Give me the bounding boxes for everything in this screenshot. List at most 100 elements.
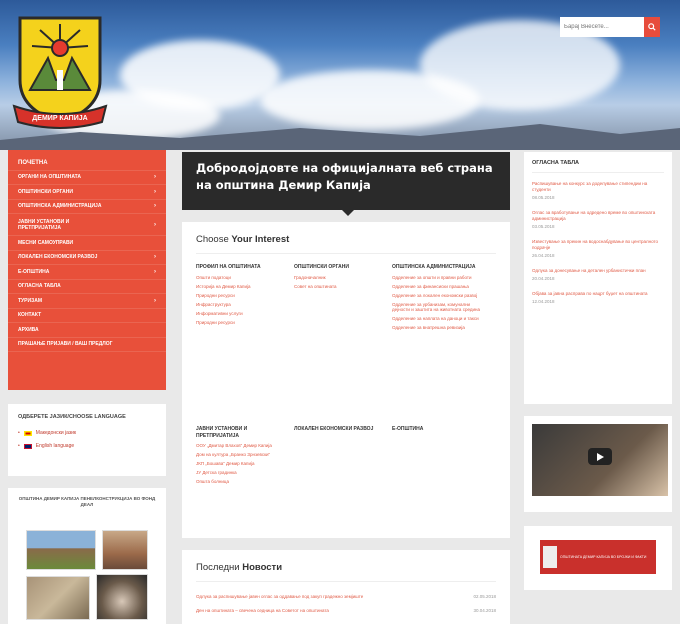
menu-label: АРХИВА (18, 326, 39, 333)
notice-item[interactable]: Распишување на конкурс за доделување сти… (532, 181, 664, 200)
menu-label: КОНТАКТ (18, 312, 42, 319)
welcome-notch (340, 208, 356, 216)
menu-label: ЈАВНИ УСТАНОВИ И ПРЕТПРИЈАТИЈА (18, 218, 70, 231)
notice-title[interactable]: Известување за прекин на водоснабдување … (532, 239, 664, 251)
choose-interest-panel: Choose Your Interest ПРОФИЛ НА ОПШТИНАТА… (182, 222, 510, 538)
flag-uk-icon (23, 443, 32, 449)
notice-date: 12.04.2018 (532, 299, 555, 304)
banner-text: ОПШТИНАТА ДЕМИР КАПИЈА ВО БРОЈКИ И ФАКТИ (560, 554, 647, 559)
search-button[interactable] (644, 17, 660, 37)
notice-date: 08.05.2018 (532, 195, 555, 200)
notice-title[interactable]: Распишување на конкурс за доделување сти… (532, 181, 664, 193)
interest-column-profile: ПРОФИЛ НА ОПШТИНАТА Општи податоци Истор… (196, 264, 288, 329)
gallery-thumb-church[interactable] (102, 530, 148, 570)
chevron-right-icon: › (154, 297, 156, 304)
column-heading[interactable]: ЛОКАЛЕН ЕКОНОМСКИ РАЗВОЈ (294, 426, 386, 433)
column-heading[interactable]: ОПШТИНСКИ ОРГАНИ (294, 264, 386, 271)
language-label: English language (35, 443, 75, 449)
news-item-date: 30.04.2018 (473, 608, 496, 613)
notice-date: 20.04.2018 (532, 276, 555, 281)
notice-title[interactable]: Одлука за донесување на детален урбанист… (532, 268, 664, 274)
menu-item-municipal-organs[interactable]: ОПШТИНСКИ ОРГАНИ › (8, 185, 166, 200)
news-item-date: 02.05.2018 (473, 594, 496, 599)
column-link[interactable]: Одделение за општи и правни работи (392, 275, 484, 281)
language-title: ОДБЕРЕТЕ ЈАЗИК/CHOOSE LANGUAGE (18, 414, 126, 420)
chevron-right-icon: › (154, 221, 156, 228)
column-heading[interactable]: ЈАВНИ УСТАНОВИ И ПРЕТПРИЈАТИЈА (196, 426, 288, 439)
menu-item-tourism[interactable]: ТУРИЗАМ › (8, 294, 166, 309)
play-button-icon[interactable] (588, 448, 612, 465)
column-link[interactable]: Одделение за локален економски развој (392, 293, 484, 299)
column-link[interactable]: ООУ „Дмитар Влахов“ Демир Капија (196, 443, 288, 449)
column-link[interactable]: Општи податоци (196, 275, 288, 281)
menu-label: Е-ОПШТИНА (18, 268, 50, 275)
menu-item-economic-development[interactable]: ЛОКАЛЕН ЕКОНОМСКИ РАЗВОЈ › (8, 251, 166, 265)
notice-item[interactable]: Известување за прекин на водоснабдување … (532, 239, 664, 258)
column-link[interactable]: ЈКП „Бошава“ Демир Капија (196, 461, 288, 467)
column-link[interactable]: Историја на Демир Капија (196, 284, 288, 290)
column-link[interactable]: Одделение за внатрешна ревизија (392, 325, 484, 331)
gallery-thumb-fortress[interactable] (26, 530, 96, 570)
notice-item[interactable]: Оглас за вработување на одредено време в… (532, 210, 664, 229)
column-link[interactable]: Информативни услуги (196, 311, 288, 317)
menu-item-contact[interactable]: КОНТАКТ (8, 309, 166, 323)
column-link[interactable]: Одделение за урбанизам, комунални дејнос… (392, 302, 484, 313)
column-heading[interactable]: ПРОФИЛ НА ОПШТИНАТА (196, 264, 288, 271)
column-link[interactable]: Одделение за наплата на даноци и такси (392, 316, 484, 322)
news-item-title[interactable]: Одлука за распишување јавен оглас за одд… (196, 594, 456, 600)
video-player[interactable] (532, 424, 668, 496)
gallery-thumb-fresco[interactable] (96, 574, 148, 620)
column-link[interactable]: ЈУ Детска градинка (196, 470, 288, 476)
column-link[interactable]: Одделение за финансиски прашања (392, 284, 484, 290)
column-link[interactable]: Природни ресурси (196, 293, 288, 299)
column-link[interactable]: Општа болница (196, 479, 288, 485)
menu-item-archive[interactable]: АРХИВА (8, 323, 166, 338)
notice-item[interactable]: Одлука за донесување на детален урбанист… (532, 268, 664, 281)
notice-date: 03.05.2018 (532, 224, 555, 229)
menu-label: ПРАШАЊЕ ПРИЈАВИ / ВАШ ПРЕДЛОГ (18, 341, 113, 348)
notice-item[interactable]: Објава за јавна расправа по нацрт буџет … (532, 291, 664, 304)
column-link[interactable]: Инфраструктура (196, 302, 288, 308)
news-item[interactable]: Ден на општината – свечена седница на Со… (196, 608, 496, 614)
menu-item-ask-question[interactable]: ПРАШАЊЕ ПРИЈАВИ / ВАШ ПРЕДЛОГ (8, 338, 166, 352)
language-mk-link[interactable]: • Македонски јазик (18, 430, 156, 436)
menu-label: ПОЧЕТНА (18, 159, 48, 166)
menu-item-organs[interactable]: ОРГАНИ НА ОПШТИНАТА › (8, 171, 166, 185)
news-item[interactable]: Одлука за распишување јавен оглас за одд… (196, 594, 496, 600)
menu-label: ТУРИЗАМ (18, 297, 43, 304)
search-box (560, 17, 660, 37)
menu-label: ЛОКАЛЕН ЕКОНОМСКИ РАЗВОЈ (18, 254, 98, 261)
menu-item-notice-board[interactable]: ОГЛАСНА ТАБЛА (8, 280, 166, 294)
notice-title[interactable]: Оглас за вработување на одредено време в… (532, 210, 664, 222)
news-item-title[interactable]: Ден на општината – свечена седница на Со… (196, 608, 456, 614)
chevron-right-icon: › (154, 174, 156, 181)
search-input[interactable] (560, 17, 644, 37)
menu-item-administration[interactable]: ОПШТИНСКА АДМИНИСТРАЦИЈА › (8, 200, 166, 214)
interest-column-e-municipality: Е-ОПШТИНА (392, 426, 484, 437)
main-menu: ПОЧЕТНА ОРГАНИ НА ОПШТИНАТА › ОПШТИНСКИ О… (8, 150, 166, 390)
menu-item-e-municipality[interactable]: Е-ОПШТИНА › (8, 265, 166, 280)
notice-title[interactable]: Објава за јавна расправа по нацрт буџет … (532, 291, 664, 297)
menu-item-home[interactable]: ПОЧЕТНА (8, 156, 166, 171)
column-link[interactable]: Дом на култура „Бранко Зрнзевски“ (196, 452, 288, 458)
column-link[interactable]: Природни ресурси (196, 320, 288, 326)
menu-label: ОРГАНИ НА ОПШТИНАТА (18, 174, 82, 181)
column-heading[interactable]: ОПШТИНСКА АДМИНИСТРАЦИЈА (392, 264, 484, 271)
chevron-right-icon: › (154, 254, 156, 261)
language-en-link[interactable]: • English language (18, 443, 156, 449)
menu-label: МЕСНИ САМОУПРАВИ (18, 239, 74, 246)
menu-label: ОГЛАСНА ТАБЛА (18, 283, 61, 290)
promo-banner[interactable]: ОПШТИНАТА ДЕМИР КАПИЈА ВО БРОЈКИ И ФАКТИ (540, 540, 656, 574)
column-heading[interactable]: Е-ОПШТИНА (392, 426, 484, 433)
menu-label: ОПШТИНСКА АДМИНИСТРАЦИЈА (18, 203, 102, 210)
menu-item-public-institutions[interactable]: ЈАВНИ УСТАНОВИ И ПРЕТПРИЈАТИЈА › (8, 214, 166, 236)
notice-board-title: ОГЛАСНА ТАБЛА (532, 160, 664, 173)
gallery-title: ОПШТИНА ДЕМИР КАПИЈА ПЕНЕЛКОНСТРУКЦИЈА В… (18, 496, 156, 507)
municipality-coat-of-arms[interactable]: ДЕМИР КАПИЈА (10, 10, 110, 132)
menu-item-local-self-gov[interactable]: МЕСНИ САМОУПРАВИ (8, 236, 166, 251)
notice-date: 26.04.2018 (532, 253, 555, 258)
video-widget (524, 416, 672, 512)
column-link[interactable]: Совет на општината (294, 284, 386, 290)
column-link[interactable]: Градоначалник (294, 275, 386, 281)
gallery-thumb-canyon[interactable] (26, 576, 90, 620)
